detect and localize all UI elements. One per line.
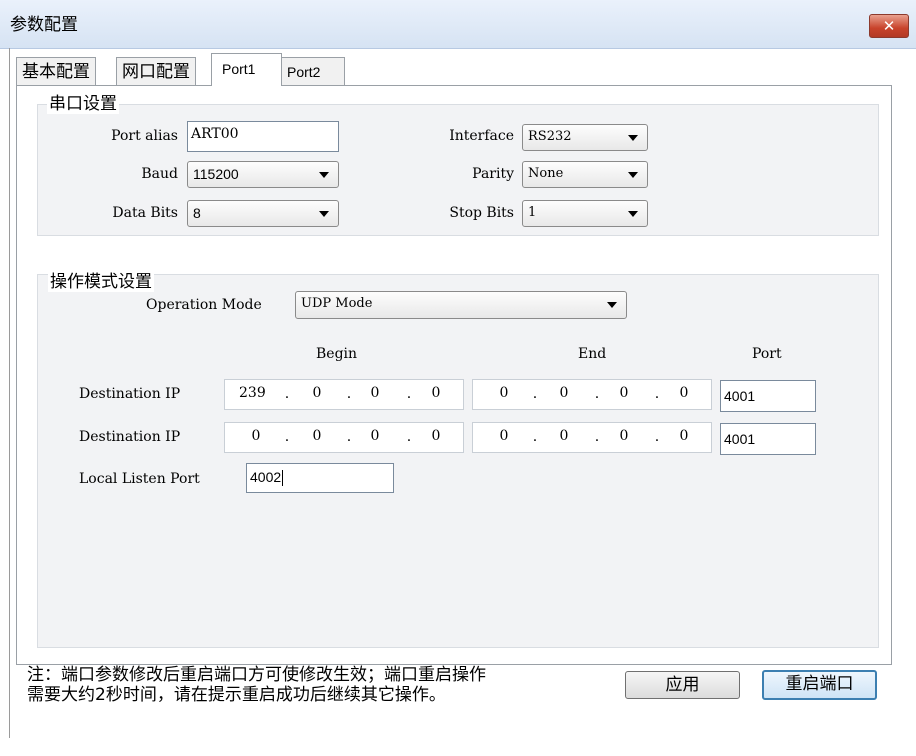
chevron-down-icon — [319, 211, 329, 217]
ip-octet: 0 — [499, 428, 509, 444]
operation-group-title: 操作模式设置 — [48, 267, 154, 292]
ip-octet: 0 — [431, 428, 441, 444]
destination-port-input[interactable]: 4001 — [720, 380, 816, 412]
stop-bits-label: Stop Bits — [449, 205, 514, 221]
operation-mode-select[interactable]: UDP Mode — [295, 291, 627, 319]
parity-select[interactable]: None — [522, 161, 648, 188]
destination-ip-begin-input[interactable]: 0 . 0 . 0 . 0 — [224, 422, 464, 453]
ip-dot: . — [406, 386, 412, 402]
port-alias-label: Port alias — [111, 128, 178, 144]
title-bar: 参数配置 ✕ — [0, 0, 916, 49]
ip-dot: . — [654, 429, 660, 445]
ip-octet: 0 — [559, 428, 569, 444]
ip-octet: 0 — [679, 428, 689, 444]
ip-dot: . — [532, 429, 538, 445]
baud-label: Baud — [141, 166, 178, 182]
interface-value: RS232 — [528, 129, 572, 144]
ip-octet: 0 — [251, 428, 261, 444]
parity-value: None — [528, 166, 564, 181]
note-line-2: 需要大约2秒时间，请在提示重启成功后继续其它操作。 — [27, 685, 446, 705]
close-button[interactable]: ✕ — [869, 14, 909, 38]
window-border — [9, 48, 10, 738]
baud-select[interactable]: 115200 — [187, 161, 339, 188]
ip-dot: . — [594, 429, 600, 445]
ip-octet: 0 — [559, 385, 569, 401]
restart-port-button[interactable]: 重启端口 — [762, 670, 877, 700]
port-alias-input[interactable]: ART00 — [187, 121, 339, 152]
window-title: 参数配置 — [10, 15, 78, 35]
ip-octet: 239 — [239, 385, 266, 401]
destination-ip-label: Destination IP — [79, 429, 181, 445]
stop-bits-select[interactable]: 1 — [522, 200, 648, 227]
column-begin-header: Begin — [316, 346, 358, 362]
ip-octet: 0 — [619, 428, 629, 444]
destination-ip-begin-input[interactable]: 239 . 0 . 0 . 0 — [224, 379, 464, 410]
config-dialog: 参数配置 ✕ 基本配置 网口配置 Port1 Port2 串口设置 Port a… — [0, 0, 916, 756]
tab-network[interactable]: 网口配置 — [116, 57, 196, 85]
chevron-down-icon — [628, 135, 638, 141]
ip-octet: 0 — [431, 385, 441, 401]
ip-dot: . — [654, 386, 660, 402]
operation-mode-value: UDP Mode — [301, 296, 373, 311]
data-bits-label: Data Bits — [112, 205, 178, 221]
ip-octet: 0 — [619, 385, 629, 401]
operation-mode-group — [37, 274, 879, 648]
ip-dot: . — [406, 429, 412, 445]
ip-dot: . — [532, 386, 538, 402]
chevron-down-icon — [628, 211, 638, 217]
ip-dot: . — [346, 386, 352, 402]
ip-octet: 0 — [370, 428, 380, 444]
data-bits-value: 8 — [193, 205, 201, 221]
close-icon: ✕ — [882, 17, 896, 35]
note-line-1: 注：端口参数修改后重启端口方可使修改生效；端口重启操作 — [27, 665, 486, 685]
stop-bits-value: 1 — [528, 205, 537, 220]
ip-dot: . — [346, 429, 352, 445]
ip-octet: 0 — [312, 385, 322, 401]
ip-dot: . — [284, 429, 290, 445]
ip-octet: 0 — [679, 385, 689, 401]
chevron-down-icon — [628, 172, 638, 178]
destination-ip-end-input[interactable]: 0 . 0 . 0 . 0 — [472, 422, 712, 453]
local-listen-port-input[interactable]: 4002 — [246, 463, 394, 493]
ip-dot: . — [284, 386, 290, 402]
interface-label: Interface — [449, 128, 514, 144]
ip-octet: 0 — [312, 428, 322, 444]
destination-ip-label: Destination IP — [79, 386, 181, 402]
ip-octet: 0 — [499, 385, 509, 401]
tab-port2[interactable]: Port2 — [281, 57, 345, 85]
data-bits-select[interactable]: 8 — [187, 200, 339, 227]
apply-button[interactable]: 应用 — [625, 671, 740, 699]
tab-port1[interactable]: Port1 — [211, 53, 282, 86]
destination-port-input[interactable]: 4001 — [720, 423, 816, 455]
local-listen-port-label: Local Listen Port — [79, 471, 200, 487]
chevron-down-icon — [607, 302, 617, 308]
ip-octet: 0 — [370, 385, 380, 401]
column-end-header: End — [578, 346, 607, 362]
serial-group-title: 串口设置 — [47, 89, 119, 114]
destination-ip-end-input[interactable]: 0 . 0 . 0 . 0 — [472, 379, 712, 410]
baud-value: 115200 — [193, 166, 239, 182]
parity-label: Parity — [472, 166, 514, 182]
column-port-header: Port — [752, 346, 782, 362]
local-listen-port-value: 4002 — [250, 469, 282, 485]
restart-note: 注：端口参数修改后重启端口方可使修改生效；端口重启操作 需要大约2秒时间，请在提… — [27, 665, 486, 705]
ip-dot: . — [594, 386, 600, 402]
chevron-down-icon — [319, 172, 329, 178]
text-caret — [282, 470, 284, 487]
operation-mode-label: Operation Mode — [146, 297, 262, 313]
tab-basic[interactable]: 基本配置 — [16, 57, 96, 85]
interface-select[interactable]: RS232 — [522, 124, 648, 151]
